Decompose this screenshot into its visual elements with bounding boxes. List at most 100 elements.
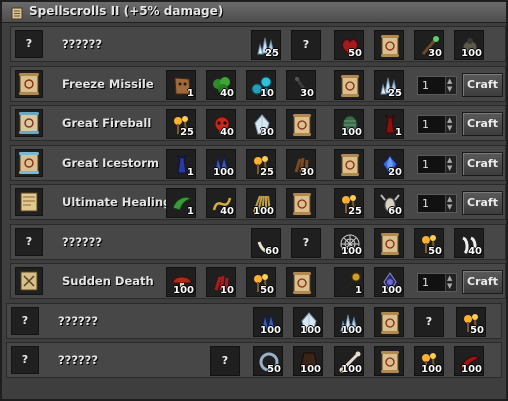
ingredient-slot[interactable]: 40 (454, 228, 484, 258)
unknown-ingredient-slot[interactable]: ? (291, 30, 321, 60)
ingredient-slot[interactable]: 50 (414, 228, 444, 258)
quantity-stepper[interactable]: 1 ▲ ▼ (417, 194, 457, 213)
unknown-ingredient-slot[interactable]: ? (291, 228, 321, 258)
ingredient-quantity: 100 (300, 325, 321, 336)
ingredient-slot[interactable]: 25 (246, 149, 276, 179)
ingredient-slot[interactable]: 25 (251, 30, 281, 60)
ingredient-slot[interactable]: 100 (293, 346, 323, 376)
ingredient-slot[interactable] (286, 109, 316, 139)
recipe-row: ???????? 50 100 100 100 100 (6, 342, 502, 378)
ingredient-slot[interactable]: 25 (334, 188, 364, 218)
chevron-up-icon[interactable]: ▲ (447, 116, 452, 124)
ingredient-slot[interactable]: 50 (246, 267, 276, 297)
chevron-up-icon[interactable]: ▲ (447, 156, 452, 164)
window-titlebar[interactable]: Spellscrolls II (+5% damage) (2, 2, 506, 23)
chevron-down-icon[interactable]: ▼ (447, 203, 452, 211)
ingredient-slot[interactable]: 25 (166, 109, 196, 139)
ingredient-slot[interactable]: 50 (456, 307, 486, 337)
chevron-down-icon[interactable]: ▼ (447, 282, 452, 290)
craft-button[interactable]: Craft (462, 152, 503, 176)
ingredient-slot[interactable] (286, 188, 316, 218)
ingredient-slot[interactable] (374, 228, 404, 258)
unknown-ingredient-slot[interactable]: ? (414, 307, 444, 337)
chevron-down-icon[interactable]: ▼ (447, 124, 452, 132)
ingredient-quantity: 50 (348, 48, 362, 59)
ingredient-slot[interactable] (374, 346, 404, 376)
ingredient-slot[interactable] (374, 307, 404, 337)
ingredient-quantity: 1 (395, 127, 402, 138)
chevron-up-icon[interactable]: ▲ (447, 77, 452, 85)
ingredient-slot[interactable]: 100 (334, 307, 364, 337)
ingredient-slot[interactable]: 60 (374, 188, 404, 218)
stepper-arrows[interactable]: ▲ ▼ (445, 195, 456, 212)
ingredient-quantity: 100 (341, 127, 362, 138)
ingredient-slot[interactable]: 50 (253, 346, 283, 376)
quantity-stepper[interactable]: 1 ▲ ▼ (417, 115, 457, 134)
ingredient-slot[interactable]: 30 (246, 109, 276, 139)
ingredient-quantity: 100 (341, 364, 362, 375)
ingredient-slot[interactable]: 100 (374, 267, 404, 297)
quantity-stepper[interactable]: 1 ▲ ▼ (417, 155, 457, 174)
quantity-stepper[interactable]: 1 ▲ ▼ (417, 273, 457, 292)
recipe-name: Sudden Death (62, 274, 154, 288)
ingredient-quantity: 25 (348, 206, 362, 217)
ingredient-slot[interactable]: 100 (414, 346, 444, 376)
ingredient-slot[interactable]: 100 (334, 228, 364, 258)
ingredient-slot[interactable]: 100 (334, 346, 364, 376)
ingredient-slot[interactable]: 25 (374, 70, 404, 100)
ingredient-slot[interactable]: 30 (286, 70, 316, 100)
ingredient-slot[interactable]: 20 (374, 149, 404, 179)
ingredient-slot[interactable] (374, 30, 404, 60)
ingredient-slot[interactable]: 40 (206, 109, 236, 139)
stepper-arrows[interactable]: ▲ ▼ (445, 156, 456, 173)
ingredient-quantity: 40 (220, 88, 234, 99)
ingredient-slot[interactable]: 50 (334, 30, 364, 60)
ingredient-quantity: 100 (341, 325, 362, 336)
ingredient-slot[interactable]: 100 (334, 109, 364, 139)
ingredient-slot[interactable]: 30 (414, 30, 444, 60)
unknown-ingredient-slot[interactable]: ? (210, 346, 240, 376)
ingredient-slot[interactable]: 1 (166, 188, 196, 218)
stepper-arrows[interactable]: ▲ ▼ (445, 116, 456, 133)
spell-scroll-icon (15, 267, 43, 295)
chevron-down-icon[interactable]: ▼ (447, 85, 452, 93)
chevron-down-icon[interactable]: ▼ (447, 164, 452, 172)
ingredient-slot[interactable]: 10 (246, 70, 276, 100)
ingredient-slot[interactable]: 1 (166, 149, 196, 179)
ingredient-slot[interactable]: 1 (334, 267, 364, 297)
recipe-row: Great Fireball 25 40 30 100 1 1 ▲ ▼ Craft (10, 105, 506, 141)
chevron-up-icon[interactable]: ▲ (447, 195, 452, 203)
ingredient-slot[interactable]: 100 (246, 188, 276, 218)
ingredient-slot[interactable]: 30 (286, 149, 316, 179)
ingredient-slot[interactable]: 1 (374, 109, 404, 139)
ingredient-slot[interactable] (334, 70, 364, 100)
ingredient-quantity: 25 (265, 48, 279, 59)
ingredient-slot[interactable]: 40 (206, 188, 236, 218)
ingredient-slot[interactable]: 10 (206, 267, 236, 297)
craft-button[interactable]: Craft (462, 191, 503, 215)
ingredient-slot[interactable]: 100 (253, 307, 283, 337)
ingredient-quantity: 1 (355, 285, 362, 296)
ingredient-slot[interactable]: 100 (166, 267, 196, 297)
quantity-stepper[interactable]: 1 ▲ ▼ (417, 76, 457, 95)
ingredient-slot[interactable] (334, 149, 364, 179)
stepper-arrows[interactable]: ▲ ▼ (445, 274, 456, 291)
craft-button[interactable]: Craft (462, 270, 503, 294)
ingredient-quantity: 10 (260, 88, 274, 99)
ingredient-slot[interactable]: 100 (454, 346, 484, 376)
ingredient-slot[interactable]: 40 (206, 70, 236, 100)
ingredient-slot[interactable] (286, 267, 316, 297)
ingredient-slot[interactable]: 100 (454, 30, 484, 60)
craft-button[interactable]: Craft (462, 73, 503, 97)
craft-button[interactable]: Craft (462, 112, 503, 136)
ingredient-quantity: 30 (260, 127, 274, 138)
ingredient-slot[interactable]: 100 (206, 149, 236, 179)
stepper-arrows[interactable]: ▲ ▼ (445, 77, 456, 94)
ingredient-slot[interactable]: 1 (166, 70, 196, 100)
ingredient-slot[interactable]: 100 (293, 307, 323, 337)
recipe-row: ??????? 25? 50 30 100 (10, 26, 506, 62)
ingredient-quantity: 1 (187, 206, 194, 217)
recipe-row: Great Icestorm 1 100 25 30 20 1 ▲ ▼ Craft (10, 145, 506, 181)
chevron-up-icon[interactable]: ▲ (447, 274, 452, 282)
ingredient-slot[interactable]: 60 (251, 228, 281, 258)
